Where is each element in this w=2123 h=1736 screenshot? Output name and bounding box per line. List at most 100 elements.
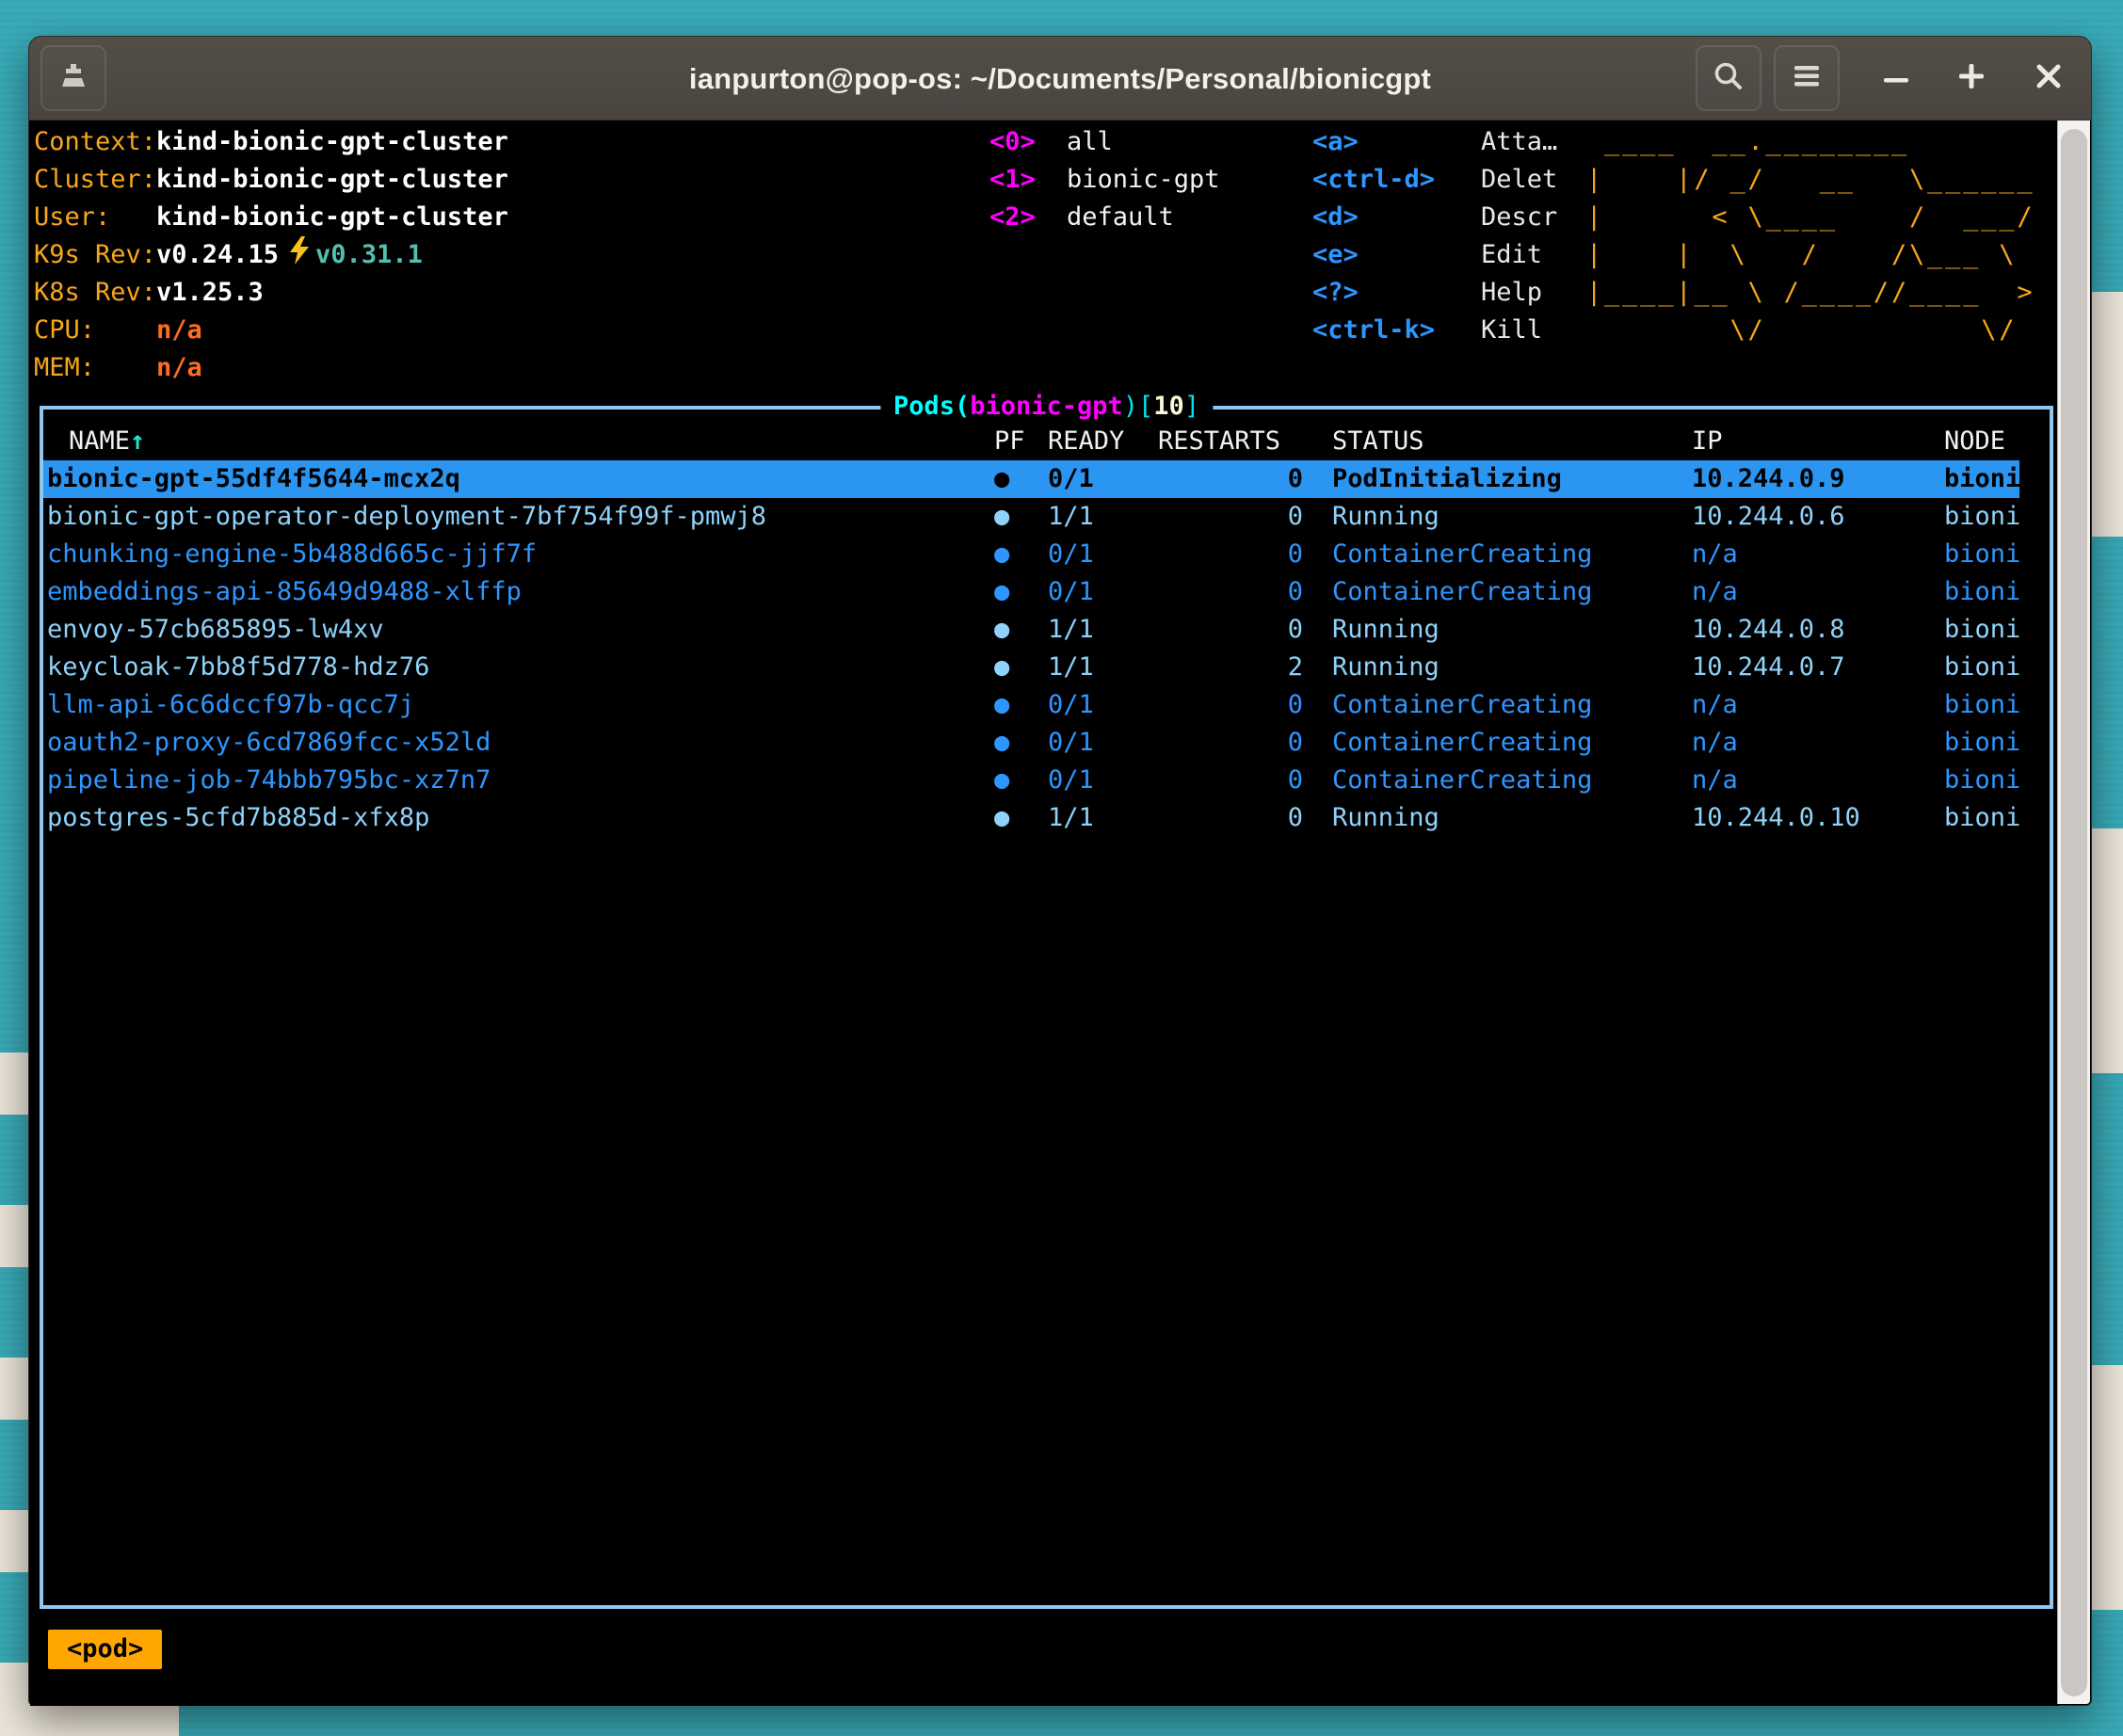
k9s-rev-value: v0.24.15 <box>156 236 279 274</box>
pod-ready: 1/1 <box>1048 498 1158 536</box>
pod-status: ContainerCreating <box>1332 573 1692 611</box>
hotkey-action: Edit <box>1481 236 1542 274</box>
pod-status: Running <box>1332 611 1692 649</box>
search-button[interactable] <box>1696 45 1761 111</box>
pod-pf-bullet: ● <box>994 649 1048 686</box>
hotkey-item: <d>Descr <box>1312 199 1557 236</box>
pod-row[interactable]: postgres-5cfd7b885d-xfx8p ● 1/1 0 Runnin… <box>43 799 2019 837</box>
hotkey-action: Delet <box>1481 161 1557 199</box>
hotkey-action: Help <box>1481 274 1542 312</box>
hotkey-action: Kill <box>1481 312 1542 349</box>
pod-restarts: 0 <box>1158 724 1332 762</box>
column-ready[interactable]: READY <box>1048 423 1158 460</box>
minimize-button[interactable] <box>1863 45 1929 111</box>
pod-restarts: 0 <box>1158 686 1332 724</box>
pod-ip: 10.244.0.7 <box>1692 649 1944 686</box>
namespace-shortcut[interactable]: <2>default <box>989 199 1220 236</box>
pod-ready: 0/1 <box>1048 686 1158 724</box>
maximize-icon <box>1958 63 1985 93</box>
pod-pf-bullet: ● <box>994 460 1048 498</box>
pod-node: bioni <box>1944 573 2019 611</box>
pod-restarts: 0 <box>1158 573 1332 611</box>
pod-ready: 1/1 <box>1048 799 1158 837</box>
pod-ready: 1/1 <box>1048 649 1158 686</box>
cluster-info: Context:kind-bionic-gpt-cluster Cluster:… <box>34 123 508 387</box>
namespace-key: <0> <box>989 123 1067 161</box>
scrollbar-thumb[interactable] <box>2061 129 2087 1696</box>
maximize-button[interactable] <box>1938 45 2004 111</box>
titlebar[interactable]: ianpurton@pop-os: ~/Documents/Personal/b… <box>29 37 2091 121</box>
pod-pf-bullet: ● <box>994 573 1048 611</box>
pod-pf-bullet: ● <box>994 536 1048 573</box>
namespace-name: all <box>1067 123 1113 161</box>
pod-row[interactable]: keycloak-7bb8f5d778-hdz76 ● 1/1 2 Runnin… <box>43 649 2019 686</box>
pod-row[interactable]: oauth2-proxy-6cd7869fcc-x52ld ● 0/1 0 Co… <box>43 724 2019 762</box>
pod-status: PodInitializing <box>1332 460 1692 498</box>
column-node[interactable]: NODE <box>1944 423 2019 460</box>
pod-node: bioni <box>1944 724 2019 762</box>
pod-node: bioni <box>1944 799 2019 837</box>
pod-ip: 10.244.0.10 <box>1692 799 1944 837</box>
menu-button[interactable] <box>1774 45 1840 111</box>
pod-status: Running <box>1332 799 1692 837</box>
terminal-window: ianpurton@pop-os: ~/Documents/Personal/b… <box>28 36 2092 1706</box>
pod-row[interactable]: bionic-gpt-55df4f5644-mcx2q ● 0/1 0 PodI… <box>43 460 2019 498</box>
hotkey-key: <ctrl-k> <box>1312 312 1481 349</box>
user-label: User: <box>34 199 156 236</box>
hotkey-item: <e>Edit <box>1312 236 1557 274</box>
search-icon <box>1713 60 1745 96</box>
column-restarts[interactable]: RESTARTS <box>1158 423 1332 460</box>
pod-ready: 0/1 <box>1048 762 1158 799</box>
pod-row[interactable]: chunking-engine-5b488d665c-jjf7f ● 0/1 0… <box>43 536 2019 573</box>
column-pf[interactable]: PF <box>994 423 1048 460</box>
hotkey-action: Descr <box>1481 199 1557 236</box>
minimize-icon <box>1884 70 1908 88</box>
column-ip[interactable]: IP <box>1692 423 1944 460</box>
k9s-terminal: Context:kind-bionic-gpt-cluster Cluster:… <box>30 121 2059 1706</box>
hotkey-key: <ctrl-d> <box>1312 161 1481 199</box>
hotkey-menu: <a>Atta… <ctrl-d>Delet <d>Descr <e>Edit … <box>1312 123 1557 349</box>
pod-restarts: 0 <box>1158 536 1332 573</box>
cluster-label: Cluster: <box>34 161 156 199</box>
pod-restarts: 0 <box>1158 498 1332 536</box>
pods-panel: Pods(bionic-gpt)[10] NAME↑ PF READY REST… <box>40 406 2053 1609</box>
namespace-name: default <box>1067 199 1174 236</box>
hotkey-item: <?>Help <box>1312 274 1557 312</box>
namespace-shortcut[interactable]: <0>all <box>989 123 1220 161</box>
wallpaper-stripes-left <box>0 1053 32 1736</box>
hotkey-action: Atta… <box>1481 123 1557 161</box>
pod-node: bioni <box>1944 611 2019 649</box>
pods-rows: bionic-gpt-55df4f5644-mcx2q ● 0/1 0 PodI… <box>43 460 2050 837</box>
pod-pf-bullet: ● <box>994 762 1048 799</box>
context-value: kind-bionic-gpt-cluster <box>156 123 508 161</box>
column-status[interactable]: STATUS <box>1332 423 1692 460</box>
pod-ready: 0/1 <box>1048 573 1158 611</box>
pod-ip: n/a <box>1692 686 1944 724</box>
hotkey-key: <d> <box>1312 199 1481 236</box>
pod-name: envoy-57cb685895-lw4xv <box>47 611 994 649</box>
namespace-shortcuts: <0>all <1>bionic-gpt <2>default <box>989 123 1220 236</box>
pod-pf-bullet: ● <box>994 799 1048 837</box>
pod-row[interactable]: bionic-gpt-operator-deployment-7bf754f99… <box>43 498 2019 536</box>
namespace-shortcut[interactable]: <1>bionic-gpt <box>989 161 1220 199</box>
pod-node: bioni <box>1944 686 2019 724</box>
pod-ip: n/a <box>1692 536 1944 573</box>
pod-node: bioni <box>1944 498 2019 536</box>
column-name[interactable]: NAME↑ <box>47 423 994 460</box>
pod-row[interactable]: envoy-57cb685895-lw4xv ● 1/1 0 Running 1… <box>43 611 2019 649</box>
pod-ip: n/a <box>1692 762 1944 799</box>
close-button[interactable] <box>2016 45 2082 111</box>
cluster-value: kind-bionic-gpt-cluster <box>156 161 508 199</box>
pod-row[interactable]: embeddings-api-85649d9488-xlffp ● 0/1 0 … <box>43 573 2019 611</box>
pod-pf-bullet: ● <box>994 686 1048 724</box>
pod-row[interactable]: llm-api-6c6dccf97b-qcc7j ● 0/1 0 Contain… <box>43 686 2019 724</box>
resource-name: Pods <box>893 392 955 421</box>
cpu-label: CPU: <box>34 312 156 349</box>
scrollbar[interactable] <box>2057 121 2090 1704</box>
pod-ip: 10.244.0.8 <box>1692 611 1944 649</box>
k8s-rev-value: v1.25.3 <box>156 274 264 312</box>
hotkey-item: <ctrl-d>Delet <box>1312 161 1557 199</box>
user-value: kind-bionic-gpt-cluster <box>156 199 508 236</box>
k9s-ascii-logo: ____ __.________ | |/ _/ __ \______ | < … <box>1586 123 2035 349</box>
pod-row[interactable]: pipeline-job-74bbb795bc-xz7n7 ● 0/1 0 Co… <box>43 762 2019 799</box>
